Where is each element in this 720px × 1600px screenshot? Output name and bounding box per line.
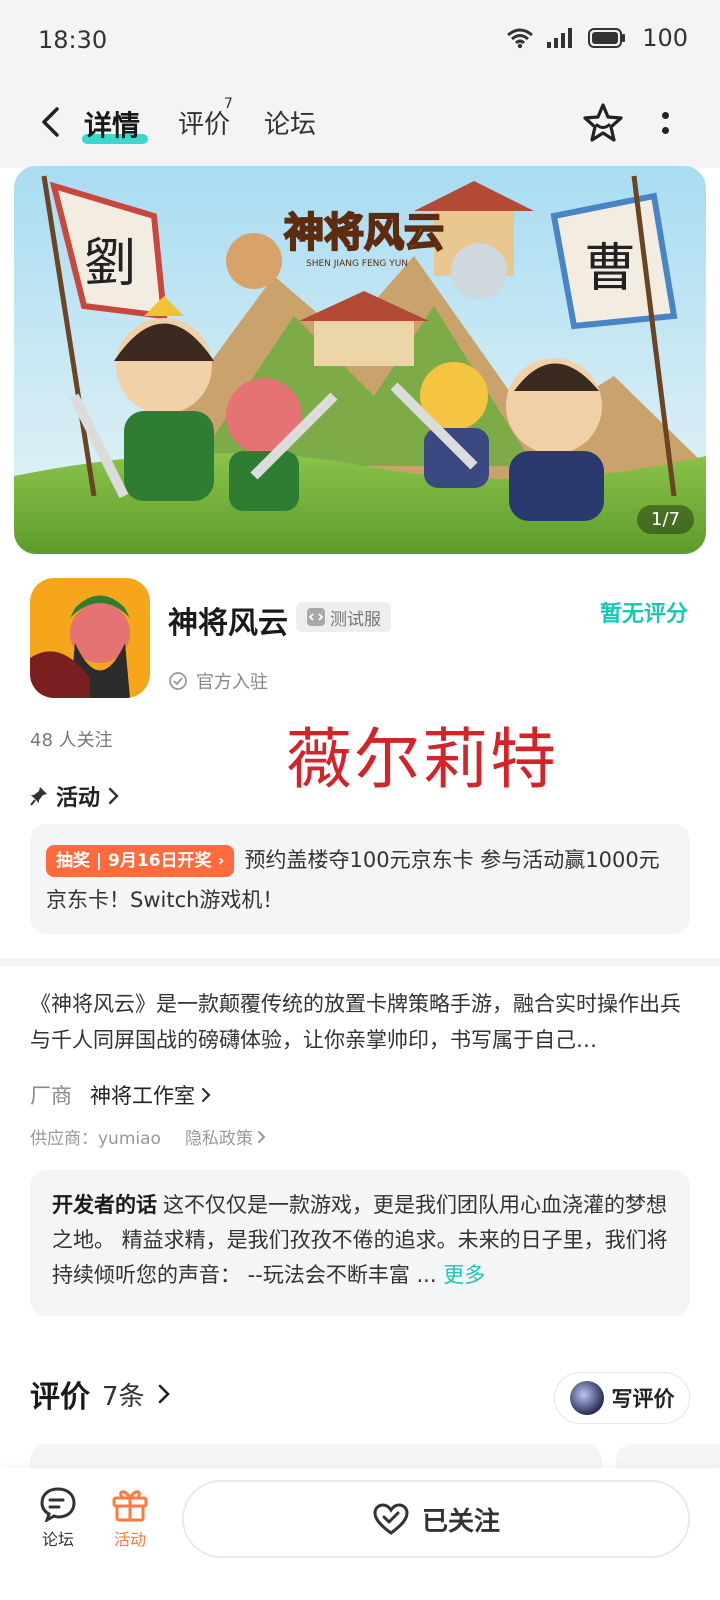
developer-note-card[interactable]: 开发者的话 这不仅仅是一款游戏，更是我们团队用心血浇灌的梦想之地。 精益求精，是我… — [30, 1170, 690, 1316]
test-badge-label: 测试服 — [330, 609, 381, 630]
chevron-right-icon — [201, 1087, 211, 1103]
favorite-button[interactable] — [580, 100, 626, 146]
watermark-text: 薇尔莉特 — [286, 721, 558, 798]
rating-status: 暂无评分 — [599, 602, 688, 627]
developer-note-label: 开发者的话 — [52, 1193, 157, 1217]
code-icon — [307, 608, 325, 626]
nav-activity-label: 活动 — [113, 1530, 146, 1549]
vendor-label: 厂商 — [30, 1084, 72, 1108]
section-divider — [0, 958, 720, 966]
dot-icon — [661, 127, 669, 134]
status-bar: 18:30 100 — [0, 0, 720, 84]
reviews-header-link[interactable]: 评价 7条 — [30, 1372, 171, 1416]
back-arrow-icon — [42, 107, 59, 137]
verified-icon — [169, 672, 187, 690]
test-server-badge: 测试服 — [296, 602, 391, 632]
lottery-tag-label: 抽奖 | 9月16日开奖 — [56, 851, 212, 871]
activity-title: 活动 — [56, 786, 101, 811]
wifi-icon — [507, 28, 534, 49]
svg-text:SHEN JIANG FENG YUN: SHEN JIANG FENG YUN — [306, 259, 408, 269]
svg-text:曹: 曹 — [584, 239, 636, 299]
heart-check-icon — [373, 1503, 409, 1535]
vendor-row: 厂商 神将工作室 — [30, 1080, 213, 1110]
banner-image: 劉 曹 神将风云 SHEN JIANG FENG YUN — [14, 166, 706, 554]
app-detail-page: 18:30 100 详情 评价 7 论坛 劉 曹 神将风云 SHEN JIANG… — [0, 0, 720, 1600]
follow-button[interactable]: 已关注 — [182, 1480, 690, 1558]
privacy-label: 隐私政策 — [184, 1129, 253, 1149]
lottery-tag[interactable]: 抽奖 | 9月16日开奖 › — [46, 845, 235, 877]
write-review-label: 写评价 — [611, 1387, 675, 1411]
tab-forum[interactable]: 论坛 — [264, 104, 316, 141]
battery-level: 100 — [642, 24, 688, 52]
supplier-row: 供应商：yumiao 隐私政策 — [30, 1124, 267, 1149]
forum-icon — [40, 1487, 76, 1522]
battery-icon — [588, 28, 626, 48]
game-description[interactable]: 《神将风云》是一款颠覆传统的放置卡牌策略手游，融合实时操作出兵与千人同屏国战的磅… — [30, 986, 692, 1058]
bottom-bar: 论坛 活动 已关注 — [0, 1468, 720, 1600]
app-name: 神将风云 — [168, 606, 288, 641]
supplier-text: 供应商：yumiao — [30, 1129, 161, 1149]
activity-section-link[interactable]: 活动 — [30, 780, 120, 812]
activity-card[interactable]: 抽奖 | 9月16日开奖 › 预约盖楼夺100元京东卡 参与活动赢1000元京东卡… — [30, 824, 690, 934]
follower-count: 48 人关注 — [30, 730, 113, 751]
tab-review[interactable]: 评价 — [178, 104, 230, 141]
dot-icon — [661, 112, 669, 119]
status-time: 18:30 — [38, 26, 108, 54]
app-icon-image — [30, 578, 150, 698]
avatar — [569, 1381, 604, 1415]
banner-counter: 1/7 — [637, 505, 694, 534]
chevron-right-icon — [108, 787, 119, 805]
back-button[interactable] — [30, 102, 70, 142]
official-verified: 官方入驻 — [168, 668, 268, 694]
nav-activity[interactable]: 活动 — [100, 1486, 160, 1550]
gift-icon — [112, 1490, 148, 1522]
reviews-count: 7条 — [102, 1381, 145, 1412]
pin-icon — [30, 787, 47, 806]
vendor-name: 神将工作室 — [90, 1084, 195, 1108]
nav-forum-label: 论坛 — [41, 1530, 74, 1549]
privacy-policy-link[interactable]: 隐私政策 — [185, 1124, 267, 1149]
activity-content: 抽奖 | 9月16日开奖 › 预约盖楼夺100元京东卡 参与活动赢1000元京东卡… — [46, 840, 674, 920]
more-menu-button[interactable] — [650, 100, 680, 146]
vendor-link[interactable]: 神将工作室 — [90, 1080, 213, 1110]
chevron-right-icon — [158, 1384, 170, 1404]
svg-text:神将风云: 神将风云 — [284, 209, 444, 256]
official-label: 官方入驻 — [196, 672, 268, 693]
follow-label: 已关注 — [421, 1506, 500, 1537]
star-icon — [583, 103, 623, 142]
banner-carousel[interactable]: 劉 曹 神将风云 SHEN JIANG FENG YUN 1/7 — [14, 166, 706, 554]
app-icon — [30, 578, 150, 698]
tab-detail[interactable]: 详情 — [84, 104, 140, 144]
more-link[interactable]: 更多 — [443, 1263, 485, 1287]
nav-forum[interactable]: 论坛 — [28, 1486, 88, 1550]
header: 详情 评价 7 论坛 — [0, 84, 720, 164]
chevron-right-icon — [257, 1130, 266, 1143]
tab-review-count: 7 — [224, 96, 233, 112]
signal-icon — [547, 28, 573, 48]
write-review-button[interactable]: 写评价 — [554, 1372, 690, 1424]
status-icons: 100 — [506, 24, 688, 52]
svg-text:劉: 劉 — [84, 234, 136, 294]
reviews-title: 评价 — [30, 1380, 90, 1415]
